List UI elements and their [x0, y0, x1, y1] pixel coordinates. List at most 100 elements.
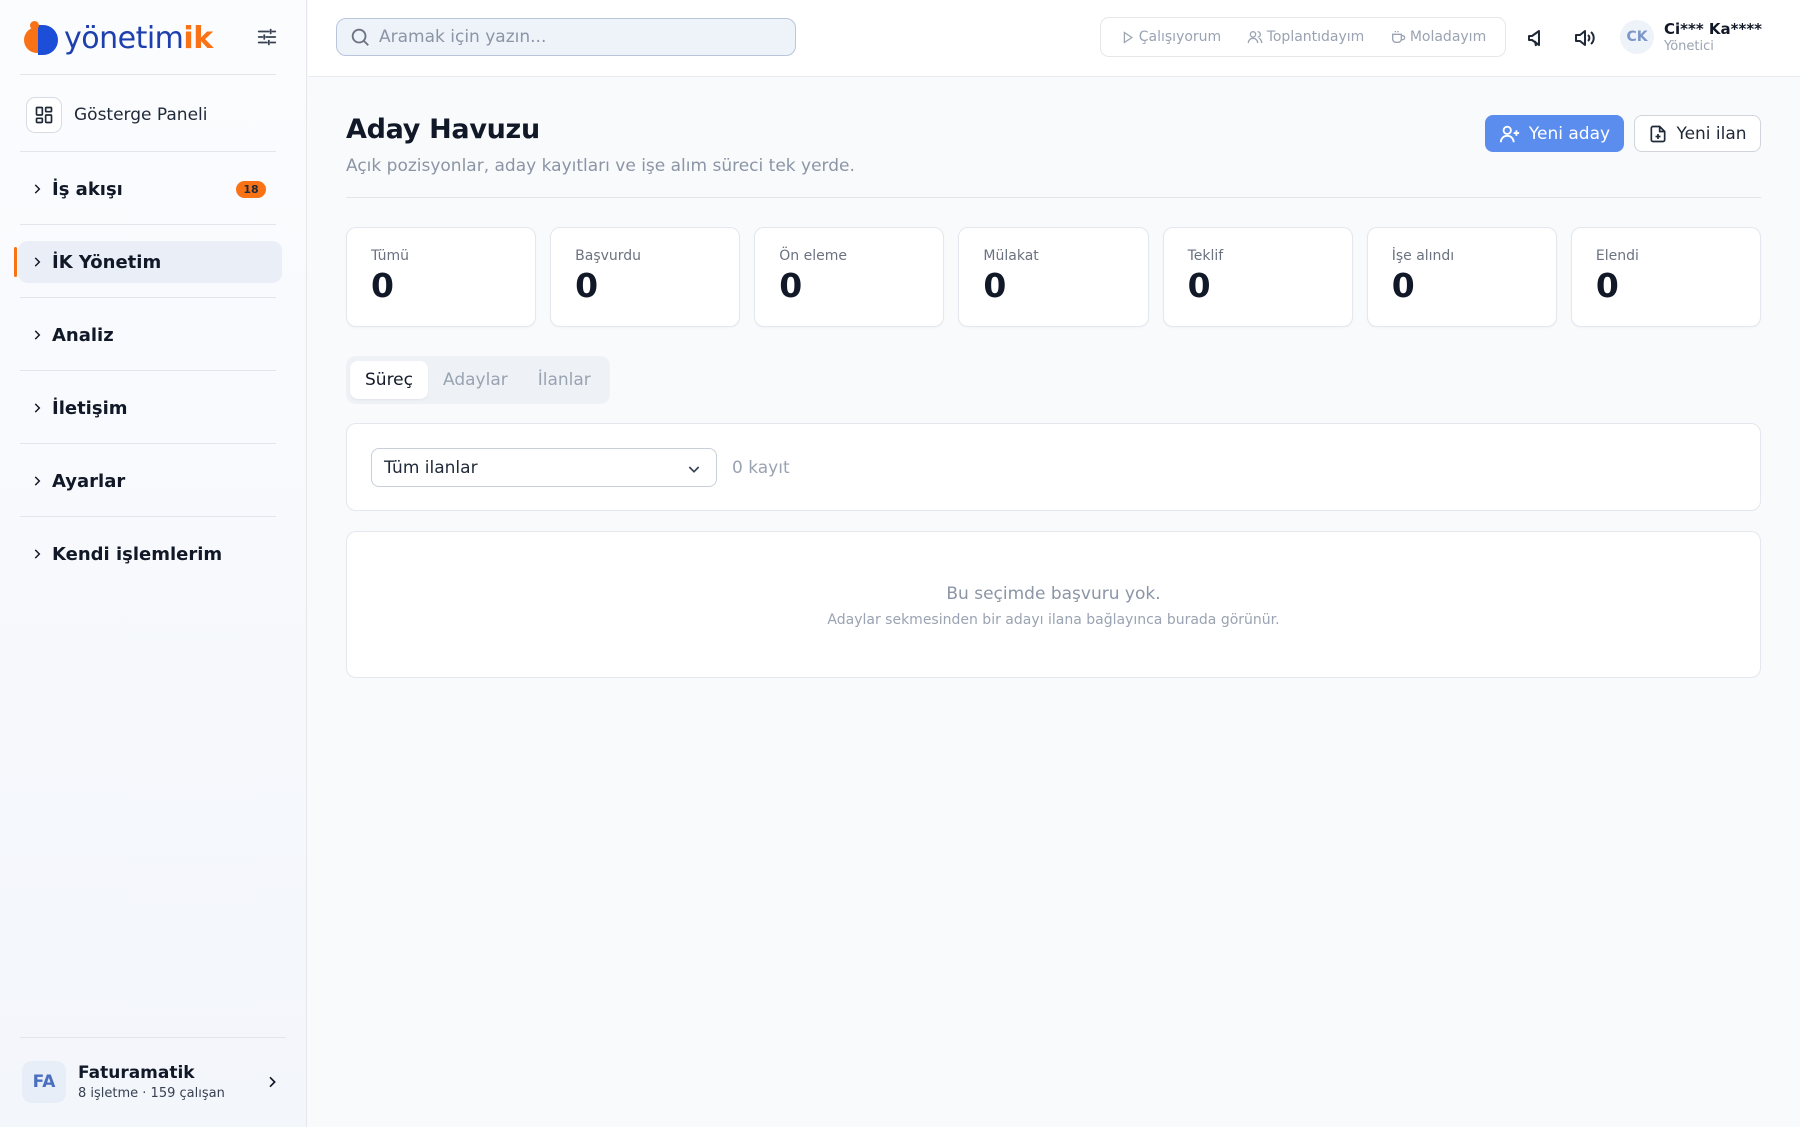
stat-value: 0: [779, 266, 803, 305]
stat-value: 0: [1187, 266, 1211, 305]
empty-state: Bu seçimde başvuru yok. Adaylar sekmesin…: [346, 531, 1761, 678]
button-label: Yeni aday: [1528, 123, 1611, 144]
stat-card-interview[interactable]: Mülakat 0: [958, 227, 1149, 327]
top-bar: Çalışıyorum Toplantıdayım Moladayım CK C…: [308, 0, 1800, 77]
status-label: Toplantıdayım: [1266, 29, 1365, 45]
org-meta: 8 işletme · 159 çalışan: [78, 1086, 225, 1101]
status-meeting-button[interactable]: Toplantıdayım: [1247, 29, 1365, 45]
sidebar-item-settings[interactable]: Ayarlar: [18, 460, 282, 502]
search-input[interactable]: [379, 27, 779, 47]
search-box[interactable]: [336, 18, 796, 56]
file-plus-icon: [1650, 125, 1666, 142]
tab-candidates[interactable]: Adaylar: [428, 361, 523, 399]
status-working-button[interactable]: Çalışıyorum: [1120, 29, 1221, 45]
presence-status-group: Çalışıyorum Toplantıdayım Moladayım: [1100, 17, 1506, 57]
stat-label: Başvurdu: [575, 248, 642, 264]
record-count: 0 kayıt: [732, 458, 790, 478]
stat-value: 0: [1595, 266, 1619, 305]
users-icon: [1247, 31, 1263, 44]
org-name: Faturamatik: [78, 1063, 195, 1083]
chevron-right-icon: [34, 549, 41, 559]
count-badge: 18: [236, 181, 266, 198]
chevron-right-icon: [34, 403, 41, 413]
chevron-right-icon: [34, 330, 41, 340]
stat-label: İşe alındı: [1391, 248, 1455, 264]
status-label: Moladayım: [1409, 29, 1487, 45]
sidebar-item-label: İletişim: [52, 397, 128, 419]
stat-value: 0: [983, 266, 1007, 305]
org-avatar: FA: [22, 1061, 66, 1103]
divider: [20, 516, 276, 517]
stat-card-offer[interactable]: Teklif 0: [1162, 227, 1353, 327]
stat-card-rejected[interactable]: Elendi 0: [1570, 227, 1761, 327]
chevron-right-icon: [34, 476, 41, 486]
select-value: Tüm ilanlar: [384, 457, 478, 478]
stat-label: Tümü: [371, 248, 410, 264]
posting-select[interactable]: Tüm ilanlar: [371, 448, 717, 487]
sidebar-item-label: İK Yönetim: [52, 251, 162, 273]
stat-label: Elendi: [1595, 248, 1639, 264]
stat-label: Mülakat: [983, 248, 1039, 264]
sidebar-item-hr-management[interactable]: İK Yönetim: [14, 241, 282, 283]
sidebar-item-label: Analiz: [52, 324, 114, 346]
sliders-icon[interactable]: [256, 26, 278, 48]
dashboard-icon: [26, 97, 62, 133]
sidebar-item-dashboard[interactable]: Gösterge Paneli: [26, 95, 276, 135]
view-tabs: Süreç Adaylar İlanlar: [346, 356, 610, 404]
user-avatar[interactable]: CK: [1620, 20, 1654, 54]
sidebar-item-my-actions[interactable]: Kendi işlemlerim: [18, 533, 282, 575]
chevron-right-icon: [269, 1076, 276, 1088]
divider: [20, 151, 276, 152]
new-posting-button[interactable]: Yeni ilan: [1634, 115, 1761, 152]
stat-label: Ön eleme: [779, 248, 847, 264]
sidebar-item-communication[interactable]: İletişim: [18, 387, 282, 429]
stat-card-screening[interactable]: Ön eleme 0: [754, 227, 945, 327]
brand-logo[interactable]: yönetimik: [24, 18, 284, 58]
filter-bar: Tüm ilanlar 0 kayıt: [346, 423, 1761, 511]
stat-value: 0: [575, 266, 599, 305]
sidebar-item-workflow[interactable]: İş akışı 18: [18, 168, 282, 210]
chevron-down-icon: [688, 466, 700, 473]
tab-postings[interactable]: İlanlar: [523, 361, 606, 399]
button-label: Yeni ilan: [1676, 123, 1747, 144]
logo-mark-icon: [24, 21, 58, 55]
divider: [20, 370, 276, 371]
new-candidate-button[interactable]: Yeni aday: [1485, 115, 1624, 152]
sidebar: yönetimik Gösterge Paneli İş akışı 18 İK…: [0, 0, 307, 1127]
sidebar-item-label: İş akışı: [52, 178, 123, 200]
coffee-icon: [1391, 31, 1406, 43]
divider: [20, 1037, 286, 1038]
user-name: Ci*** Ka****: [1664, 20, 1763, 38]
brand-name: yönetimik: [64, 20, 213, 56]
sidebar-item-label: Kendi işlemlerim: [52, 543, 223, 565]
chevron-right-icon: [34, 184, 41, 194]
chevron-right-icon: [34, 257, 41, 267]
divider: [346, 197, 1761, 198]
divider: [20, 443, 276, 444]
user-role: Yönetici: [1664, 39, 1714, 54]
sidebar-item-label: Gösterge Paneli: [74, 105, 208, 125]
stat-card-applied[interactable]: Başvurdu 0: [550, 227, 741, 327]
sidebar-item-label: Ayarlar: [52, 470, 126, 492]
divider: [20, 297, 276, 298]
stat-value: 0: [1391, 266, 1415, 305]
status-break-button[interactable]: Moladayım: [1390, 29, 1486, 45]
sidebar-item-analytics[interactable]: Analiz: [18, 314, 282, 356]
stat-card-all[interactable]: Tümü 0: [346, 227, 537, 327]
organization-switcher[interactable]: FA Faturamatik 8 işletme · 159 çalışan: [22, 1058, 288, 1106]
search-icon: [351, 28, 369, 46]
divider: [20, 74, 276, 75]
stat-label: Teklif: [1187, 248, 1224, 264]
page-title: Aday Havuzu: [346, 114, 540, 145]
empty-state-title: Bu seçimde başvuru yok.: [946, 584, 1161, 604]
play-icon: [1123, 30, 1133, 44]
megaphone-icon[interactable]: [1526, 26, 1550, 50]
stat-value: 0: [371, 266, 394, 305]
empty-state-subtitle: Adaylar sekmesinden bir adayı ilana bağl…: [827, 612, 1280, 628]
stat-card-hired[interactable]: İşe alındı 0: [1366, 227, 1557, 327]
volume-icon[interactable]: [1572, 26, 1596, 50]
pipeline-stats: Tümü 0 Başvurdu 0 Ön eleme 0 Mülakat 0 T…: [346, 227, 1761, 327]
status-label: Çalışıyorum: [1138, 29, 1222, 45]
user-plus-icon: [1499, 125, 1520, 142]
tab-process[interactable]: Süreç: [350, 361, 428, 399]
